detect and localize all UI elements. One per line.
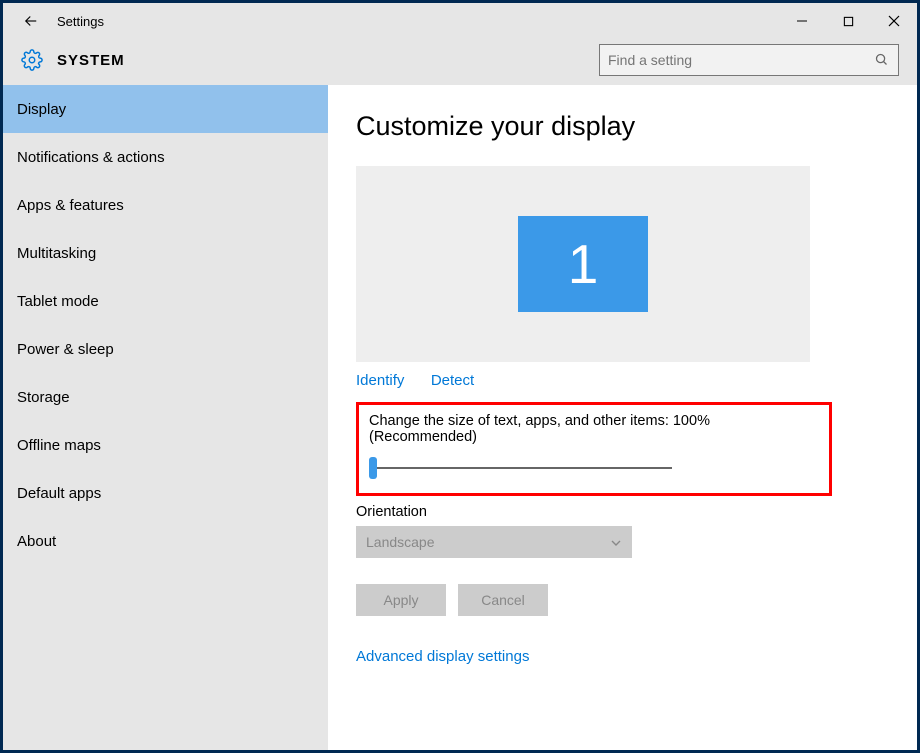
sidebar-item-label: Offline maps — [17, 437, 101, 454]
gear-icon — [21, 49, 43, 71]
identify-link[interactable]: Identify — [356, 372, 404, 389]
orientation-label: Orientation — [356, 504, 889, 520]
sidebar-item-label: About — [17, 533, 56, 550]
search-input[interactable] — [608, 52, 874, 68]
display-preview[interactable]: 1 — [356, 166, 810, 362]
sidebar-item-label: Apps & features — [17, 197, 124, 214]
detect-link[interactable]: Detect — [431, 372, 474, 389]
window-title: Settings — [57, 14, 104, 29]
dropdown-value: Landscape — [366, 534, 435, 550]
page-heading: Customize your display — [356, 111, 889, 142]
sidebar-item-label: Tablet mode — [17, 293, 99, 310]
cancel-button[interactable]: Cancel — [458, 584, 548, 616]
sidebar-item-offline-maps[interactable]: Offline maps — [3, 421, 328, 469]
sidebar-item-label: Default apps — [17, 485, 101, 502]
sidebar-item-label: Storage — [17, 389, 70, 406]
header-band: SYSTEM — [3, 39, 917, 85]
sidebar-item-tablet-mode[interactable]: Tablet mode — [3, 277, 328, 325]
maximize-button[interactable] — [825, 3, 871, 39]
sidebar-item-display[interactable]: Display — [3, 85, 328, 133]
sidebar-item-notifications[interactable]: Notifications & actions — [3, 133, 328, 181]
search-icon — [874, 52, 890, 68]
sidebar-item-label: Display — [17, 101, 66, 118]
orientation-dropdown[interactable]: Landscape — [356, 526, 632, 558]
scale-highlight-box: Change the size of text, apps, and other… — [356, 402, 832, 496]
close-button[interactable] — [871, 3, 917, 39]
slider-track — [372, 467, 672, 469]
window-controls — [779, 3, 917, 39]
chevron-down-icon — [610, 536, 622, 548]
sidebar-item-storage[interactable]: Storage — [3, 373, 328, 421]
advanced-display-settings-link[interactable]: Advanced display settings — [356, 648, 889, 665]
content-area: Customize your display 1 Identify Detect… — [328, 85, 917, 750]
sidebar-item-power-sleep[interactable]: Power & sleep — [3, 325, 328, 373]
scale-label: Change the size of text, apps, and other… — [369, 413, 819, 445]
sidebar-item-about[interactable]: About — [3, 517, 328, 565]
sidebar-item-label: Power & sleep — [17, 341, 114, 358]
body: Display Notifications & actions Apps & f… — [3, 85, 917, 750]
back-icon[interactable] — [21, 11, 41, 31]
apply-cancel-row: Apply Cancel — [356, 584, 889, 616]
apply-button[interactable]: Apply — [356, 584, 446, 616]
monitor-number: 1 — [568, 232, 599, 296]
monitor-1-icon[interactable]: 1 — [518, 216, 648, 312]
sidebar-item-multitasking[interactable]: Multitasking — [3, 229, 328, 277]
scale-slider[interactable] — [369, 459, 669, 477]
identify-detect-row: Identify Detect — [356, 372, 889, 390]
sidebar-item-label: Multitasking — [17, 245, 96, 262]
slider-thumb[interactable] — [369, 457, 377, 479]
minimize-button[interactable] — [779, 3, 825, 39]
titlebar: Settings — [3, 3, 917, 39]
sidebar-item-apps-features[interactable]: Apps & features — [3, 181, 328, 229]
sidebar-item-label: Notifications & actions — [17, 149, 165, 166]
sidebar: Display Notifications & actions Apps & f… — [3, 85, 328, 750]
sidebar-item-default-apps[interactable]: Default apps — [3, 469, 328, 517]
section-title: SYSTEM — [57, 52, 125, 69]
search-box[interactable] — [599, 44, 899, 76]
